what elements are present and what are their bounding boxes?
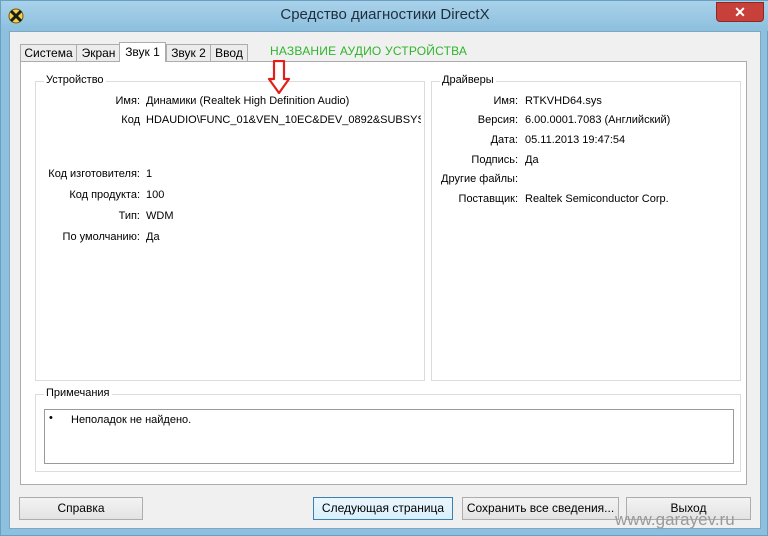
product-code-label: Код продукта: [69,189,140,201]
tab-sound-2[interactable]: Звук 2 [166,44,211,61]
device-group-title: Устройство [44,74,106,86]
manufacturer-code-label: Код изготовителя: [48,168,140,180]
device-name-value: Динамики (Realtek High Definition Audio) [146,95,350,107]
device-type-value: WDM [146,210,174,222]
product-code-value: 100 [146,189,165,201]
driver-signed-label: Подпись: [471,154,518,166]
note-bullet: • [49,412,53,424]
driver-version-label: Версия: [477,114,518,126]
default-device-value: Да [146,231,160,243]
watermark: www.garayev.ru [615,510,735,529]
default-device-label: По умолчанию: [62,231,140,243]
directx-diagnostic-window: Средство диагностики DirectX ✕ Система Э… [0,0,768,536]
device-group: Устройство Имя: Динамики (Realtek High D… [35,74,425,381]
title-bar[interactable]: Средство диагностики DirectX ✕ [1,1,768,31]
drivers-group: Драйверы Имя: RTKVHD64.sys Версия: 6.00.… [431,74,741,381]
device-code-value: HDAUDIO\FUNC_01&VEN_10EC&DEV_0892&SUBSYS… [146,114,421,126]
tab-display[interactable]: Экран [76,44,121,61]
drivers-group-title: Драйверы [440,74,496,86]
driver-date-label: Дата: [490,134,518,146]
notes-group-title: Примечания [44,387,112,399]
provider-label: Поставщик: [458,193,518,205]
tab-input[interactable]: Ввод [210,44,248,61]
driver-name-label: Имя: [493,95,518,107]
provider-value: Realtek Semiconductor Corp. [525,193,669,205]
notes-textbox[interactable]: • Неполадок не найдено. [44,409,734,464]
note-item: Неполадок не найдено. [71,414,192,426]
device-name-label: Имя: [115,95,140,107]
device-type-label: Тип: [118,210,140,222]
driver-version-value: 6.00.0001.7083 (Английский) [525,114,671,126]
help-button[interactable]: Справка [19,497,143,520]
tab-system[interactable]: Система [20,44,77,61]
other-files-label: Другие файлы: [441,173,518,185]
sound-tab-panel: Устройство Имя: Динамики (Realtek High D… [20,61,747,485]
device-code-label: Код [121,114,140,126]
save-all-info-button[interactable]: Сохранить все сведения... [462,497,619,520]
driver-date-value: 05.11.2013 19:47:54 [525,134,626,146]
tab-sound-1[interactable]: Звук 1 [119,42,166,62]
driver-name-value: RTKVHD64.sys [525,95,602,107]
notes-group: Примечания • Неполадок не найдено. [35,387,741,472]
red-down-arrow-icon [268,60,290,94]
window-title: Средство диагностики DirectX [280,6,490,23]
close-button[interactable]: ✕ [716,2,764,22]
next-page-button[interactable]: Следующая страница [313,497,453,520]
manufacturer-code-value: 1 [146,168,153,180]
annotation-label: НАЗВАНИЕ АУДИО УСТРОЙСТВА [270,44,468,58]
window-client-area: Система Экран Звук 1 Звук 2 Ввод НАЗВАНИ… [9,31,761,529]
driver-signed-value: Да [525,154,539,166]
